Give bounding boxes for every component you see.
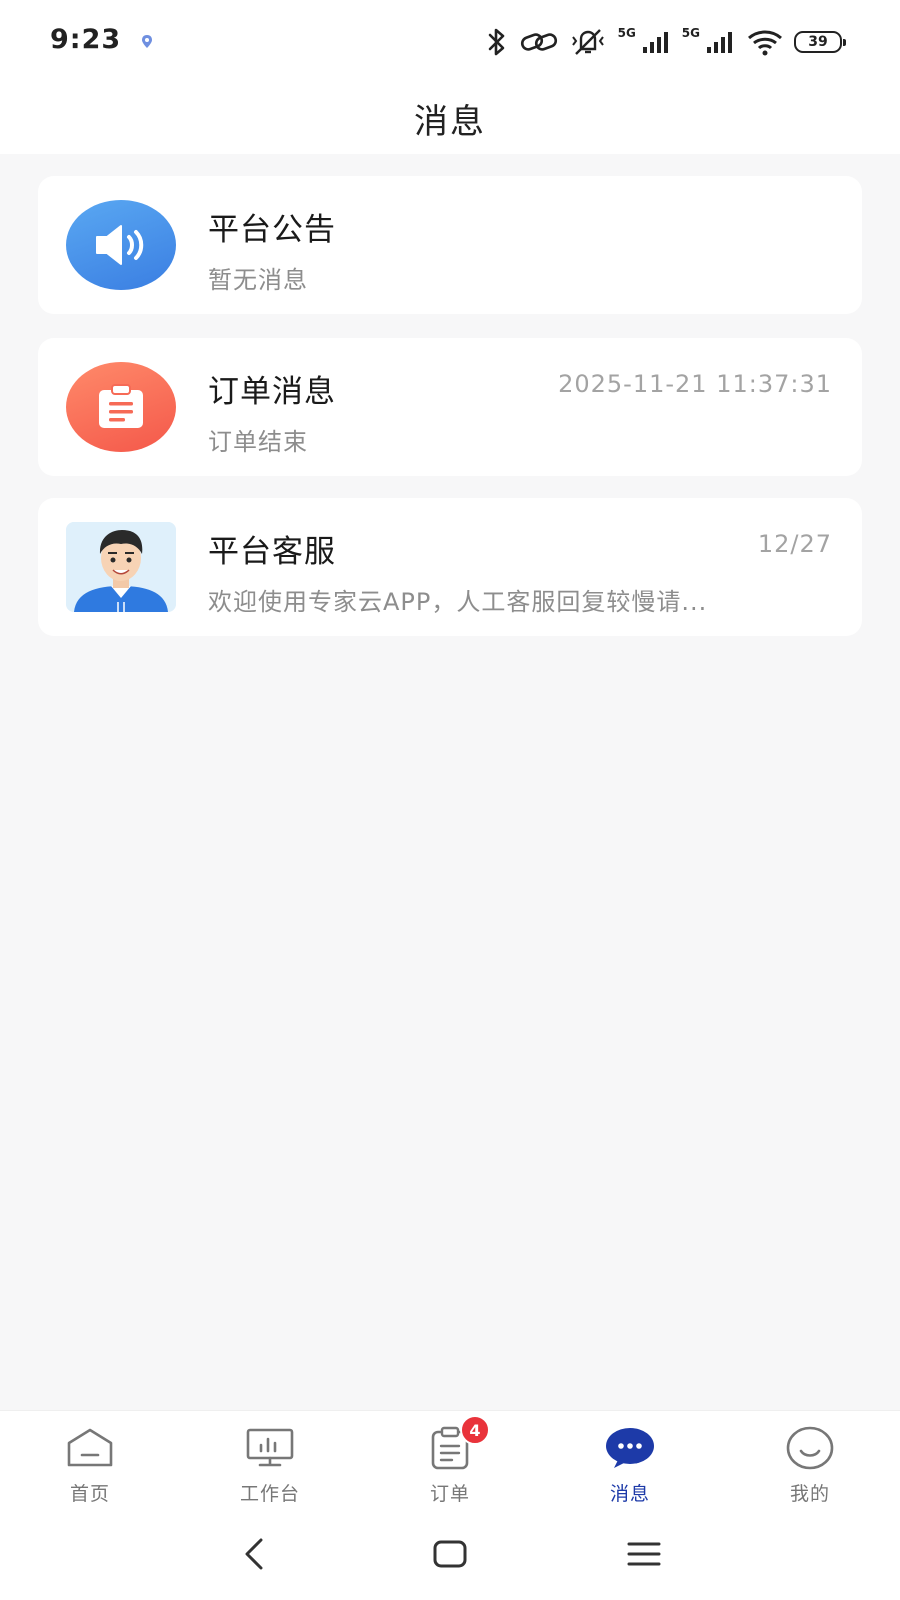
order-icon: 4 <box>424 1415 490 1471</box>
workbench-icon <box>244 1425 296 1471</box>
page-title: 消息 <box>414 101 486 142</box>
vibrate-icon <box>571 29 604 55</box>
support-agent-avatar <box>66 522 176 612</box>
tab-label: 我的 <box>789 1483 830 1505</box>
message-time: 2025-11-21 11:37:31 <box>558 370 832 398</box>
status-icons: 5G 5G 39 <box>484 22 846 62</box>
tab-label: 订单 <box>429 1483 470 1505</box>
bluetooth-icon <box>488 28 504 56</box>
tab-messages[interactable]: 消息 <box>540 1411 720 1510</box>
status-time: 9:23 <box>50 24 122 55</box>
tab-home[interactable]: 首页 <box>0 1411 180 1510</box>
order-badge: 4 <box>460 1415 490 1445</box>
page-header: 消息 <box>0 82 900 154</box>
tab-label: 消息 <box>609 1483 650 1505</box>
signal-icon <box>642 32 668 53</box>
message-item-order[interactable]: 订单消息 2025-11-21 11:37:31 订单结束 <box>38 338 862 476</box>
message-time: 12/27 <box>757 530 832 558</box>
tab-profile[interactable]: 我的 <box>720 1411 900 1510</box>
back-icon[interactable] <box>232 1532 276 1576</box>
home-button-icon[interactable] <box>428 1532 472 1576</box>
status-bar: 9:23 5G 5G 39 <box>0 0 900 82</box>
tab-workbench[interactable]: 工作台 <box>180 1411 360 1510</box>
message-title: 平台公告 <box>208 212 336 248</box>
profile-icon <box>784 1425 836 1471</box>
system-nav-bar <box>0 1510 900 1600</box>
signal-icon <box>707 32 732 53</box>
message-item-announcement[interactable]: 平台公告 暂无消息 <box>38 176 862 314</box>
link-icon <box>520 33 557 51</box>
network-label-1: 5G <box>617 26 636 40</box>
wifi-icon <box>748 30 782 56</box>
battery-indicator: 39 <box>794 31 846 53</box>
order-avatar <box>66 362 176 452</box>
message-title: 平台客服 <box>208 534 336 570</box>
speaker-icon <box>96 225 144 265</box>
chat-icon <box>604 1425 656 1471</box>
message-preview: 欢迎使用专家云APP，人工客服回复较慢请... <box>208 588 708 616</box>
menu-icon[interactable] <box>622 1532 666 1576</box>
network-label-2: 5G <box>681 26 700 40</box>
message-preview: 暂无消息 <box>208 266 308 294</box>
tab-label: 工作台 <box>239 1483 300 1505</box>
message-item-customer-service[interactable]: 平台客服 12/27 欢迎使用专家云APP，人工客服回复较慢请... <box>38 498 862 636</box>
location-dot-icon <box>142 35 152 48</box>
home-icon <box>64 1425 116 1471</box>
clipboard-icon <box>99 384 143 428</box>
tab-orders[interactable]: 4 订单 <box>360 1411 540 1510</box>
message-title: 订单消息 <box>208 374 336 410</box>
tab-label: 首页 <box>69 1483 110 1505</box>
bottom-tab-bar: 首页 工作台 4 订单 消息 我的 <box>0 1410 900 1510</box>
message-preview: 订单结束 <box>208 428 308 456</box>
screen: 9:23 5G 5G 39 消息 平台公告 暂无消息 订单消息 2025-11-… <box>0 0 900 1600</box>
announcement-avatar <box>66 200 176 290</box>
support-agent-icon <box>66 522 176 612</box>
